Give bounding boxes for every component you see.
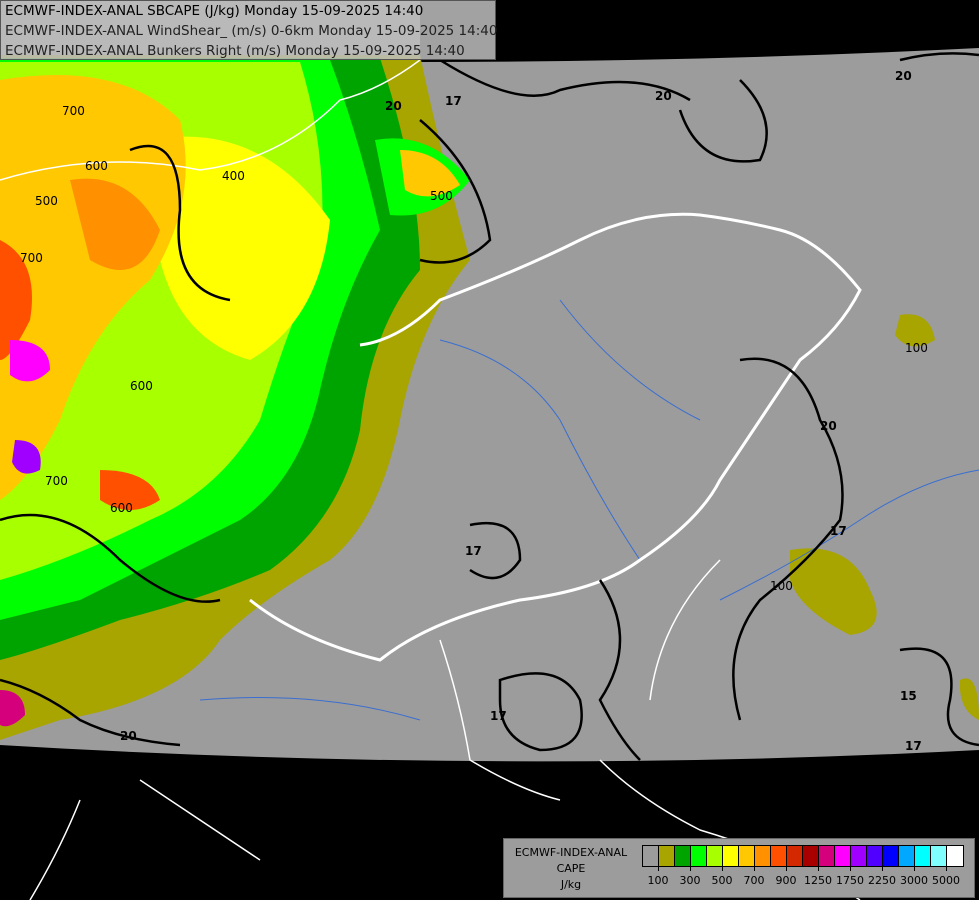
- legend-swatch: [915, 846, 931, 866]
- legend-tick-label: 700: [743, 874, 765, 887]
- contour-label: 600: [110, 501, 133, 515]
- contour-label: 20: [120, 729, 137, 743]
- contour-label: 700: [20, 251, 43, 265]
- legend-tick: [914, 866, 915, 871]
- cape-legend: ECMWF-INDEX-ANAL CAPE J/kg 100 300 500 700 9…: [503, 838, 975, 898]
- legend-swatch: [771, 846, 787, 866]
- contour-label: 100: [770, 579, 793, 593]
- contour-label: 17: [905, 739, 922, 753]
- legend-title: ECMWF-INDEX-ANAL CAPE J/kg: [506, 845, 636, 893]
- contour-label: 15: [900, 689, 917, 703]
- legend-swatch: [739, 846, 755, 866]
- contour-label: 600: [85, 159, 108, 173]
- legend-swatch: [947, 846, 963, 866]
- weather-map: 20 20 20 17 17 17 17 15 20 20 17 700 600…: [0, 0, 979, 900]
- legend-tick: [754, 866, 755, 871]
- legend-title-line: J/kg: [560, 878, 582, 891]
- title-bunkers: ECMWF-INDEX-ANAL Bunkers Right (m/s) Mon…: [5, 43, 465, 59]
- legend-swatch: [675, 846, 691, 866]
- title-sbcape: ECMWF-INDEX-ANAL SBCAPE (J/kg) Monday 15…: [5, 3, 424, 19]
- legend-tick-label: 500: [711, 874, 733, 887]
- legend-tick: [722, 866, 723, 871]
- legend-swatch: [899, 846, 915, 866]
- legend-color-scale: [642, 845, 964, 867]
- legend-tick: [786, 866, 787, 871]
- legend-swatch: [723, 846, 739, 866]
- contour-label: 500: [35, 194, 58, 208]
- contour-label: 700: [62, 104, 85, 118]
- contour-label: 400: [222, 169, 245, 183]
- map-title-box: ECMWF-INDEX-ANAL SBCAPE (J/kg) Monday 15…: [0, 0, 498, 60]
- legend-tick-label: 1250: [804, 874, 832, 887]
- legend-swatch: [755, 846, 771, 866]
- legend-title-line: CAPE: [556, 862, 586, 875]
- contour-label: 20: [655, 89, 672, 103]
- legend-swatch: [867, 846, 883, 866]
- legend-swatch: [787, 846, 803, 866]
- legend-tick-label: 100: [647, 874, 669, 887]
- legend-swatch: [803, 846, 819, 866]
- legend-tick-label: 1750: [836, 874, 864, 887]
- legend-swatch: [707, 846, 723, 866]
- contour-label: 17: [490, 709, 507, 723]
- legend-tick: [946, 866, 947, 871]
- contour-label: 600: [130, 379, 153, 393]
- legend-swatch: [835, 846, 851, 866]
- contour-label: 17: [445, 94, 462, 108]
- legend-swatch: [851, 846, 867, 866]
- legend-tick: [882, 866, 883, 871]
- legend-tick: [658, 866, 659, 871]
- legend-swatch: [883, 846, 899, 866]
- legend-swatch: [819, 846, 835, 866]
- legend-tick: [690, 866, 691, 871]
- contour-label: 500: [430, 189, 453, 203]
- legend-tick-label: 300: [679, 874, 701, 887]
- legend-ticks: 100 300 500 700 900 1250 1750 2250 3000 5000: [642, 866, 964, 896]
- contour-label: 100: [905, 341, 928, 355]
- legend-title-line: ECMWF-INDEX-ANAL: [514, 846, 628, 859]
- legend-swatch: [691, 846, 707, 866]
- legend-tick-label: 5000: [932, 874, 960, 887]
- contour-label: 17: [830, 524, 847, 538]
- cape-shear-map: 20 20 20 17 17 17 17 15 20 20 17 700 600…: [0, 0, 979, 900]
- contour-label: 20: [895, 69, 912, 83]
- contour-label: 20: [385, 99, 402, 113]
- contour-label: 17: [465, 544, 482, 558]
- legend-tick-label: 2250: [868, 874, 896, 887]
- legend-tick: [818, 866, 819, 871]
- legend-swatch: [643, 846, 659, 866]
- legend-swatch: [659, 846, 675, 866]
- contour-label: 20: [820, 419, 837, 433]
- title-windshear: ECMWF-INDEX-ANAL WindShear_ (m/s) 0-6km …: [5, 23, 498, 39]
- legend-tick-label: 3000: [900, 874, 928, 887]
- legend-swatch: [931, 846, 947, 866]
- legend-tick: [850, 866, 851, 871]
- legend-tick-label: 900: [775, 874, 797, 887]
- contour-label: 700: [45, 474, 68, 488]
